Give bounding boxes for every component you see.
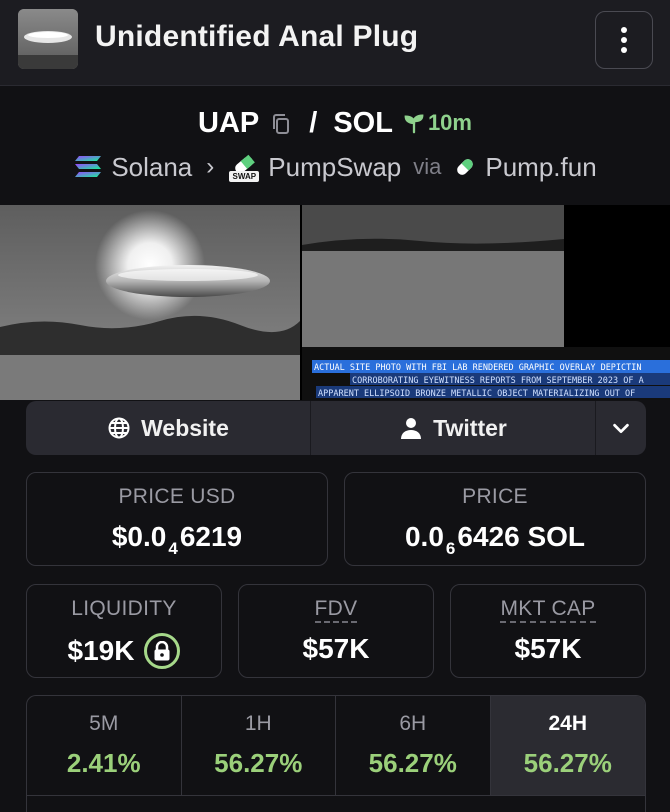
age-value: 10m xyxy=(427,110,472,135)
tab-change-value: 2.41% xyxy=(66,748,141,778)
pumpswap-icon: SWAP xyxy=(228,151,260,183)
chain-link[interactable]: Solana xyxy=(111,152,192,183)
kebab-icon-dot xyxy=(621,37,627,43)
price-usd-card: PRICE USD $0.0 46219 xyxy=(26,472,328,566)
chevron-down-icon xyxy=(613,423,629,434)
fdv-value: $57K xyxy=(302,633,370,664)
launchpad-link[interactable]: Pump.fun xyxy=(485,152,596,183)
sprout-icon xyxy=(404,114,424,134)
tab-6h[interactable]: 6H 56.27% xyxy=(336,696,491,796)
user-icon xyxy=(401,418,422,439)
price-native-card: PRICE 0.0 66426 SOL xyxy=(344,472,646,566)
chevron-right-icon: › xyxy=(206,153,215,180)
copy-icon[interactable] xyxy=(269,111,293,135)
website-button[interactable]: Website xyxy=(26,401,311,455)
price-native-label: PRICE xyxy=(462,485,528,508)
price-usd-prefix: $0.0 xyxy=(111,521,167,552)
tab-label: 5M xyxy=(89,712,119,735)
token-name: Unidentified Anal Plug xyxy=(95,20,419,53)
market-cap-label-wrap: MKT CAP xyxy=(451,597,645,623)
tab-label: 24H xyxy=(548,712,588,735)
price-native-digits: 6426 SOL xyxy=(457,521,586,552)
tab-label: 6H xyxy=(399,712,427,735)
market-cap-value: $57K xyxy=(514,633,582,664)
liquidity-label: LIQUIDITY xyxy=(71,597,177,620)
more-options-button[interactable] xyxy=(595,11,653,69)
banner-overlay-line-1: ACTUAL SITE PHOTO WITH FBI LAB RENDERED … xyxy=(314,363,642,373)
token-avatar xyxy=(18,9,78,69)
fdv-label[interactable]: FDV xyxy=(314,597,358,623)
tab-change-value: 56.27% xyxy=(368,748,457,778)
tab-change-value: 56.27% xyxy=(214,748,303,778)
price-usd-digits: 6219 xyxy=(179,521,243,552)
price-usd-label: PRICE USD xyxy=(118,485,236,508)
tab-label: 1H xyxy=(244,712,272,735)
pair-symbols: UAP / SOL 10m xyxy=(0,103,670,143)
quote-symbol: SOL xyxy=(333,106,393,139)
pair-info: UAP / SOL 10m Solana › SWAP PumpSwap via… xyxy=(0,87,670,205)
solana-icon xyxy=(75,156,102,177)
twitter-label: Twitter xyxy=(433,414,507,441)
fdv-label-wrap: FDV xyxy=(239,597,433,623)
liquidity-card: LIQUIDITY $19K xyxy=(26,584,222,678)
lock-icon[interactable] xyxy=(144,633,181,669)
price-usd-value: $0.0 46219 xyxy=(27,521,327,558)
social-links: Website Twitter xyxy=(26,401,646,455)
liquidity-row: $19K xyxy=(27,633,221,669)
dex-link[interactable]: PumpSwap xyxy=(268,152,401,183)
website-label: Website xyxy=(141,414,229,441)
price-change-tabs: 5M 2.41% 1H 56.27% 6H 56.27% 24H 56.27% xyxy=(26,695,646,812)
token-banner: ACTUAL SITE PHOTO WITH FBI LAB RENDERED … xyxy=(0,205,670,400)
tab-1h[interactable]: 1H 56.27% xyxy=(181,696,336,796)
fdv-card: FDV $57K xyxy=(238,584,434,678)
tab-change-value: 56.27% xyxy=(523,748,612,778)
twitter-button[interactable]: Twitter xyxy=(311,401,596,455)
chain-breadcrumb: Solana › SWAP PumpSwap via Pump.fun xyxy=(0,149,670,185)
price-usd-zero-count: 4 xyxy=(168,539,178,558)
pumpfun-icon xyxy=(457,159,474,175)
price-native-prefix: 0.0 xyxy=(404,521,444,552)
kebab-icon xyxy=(621,27,627,33)
tab-5m[interactable]: 5M 2.41% xyxy=(27,696,182,796)
market-cap-label[interactable]: MKT CAP xyxy=(500,597,596,623)
pair-separator: / xyxy=(309,106,318,139)
token-header: Unidentified Anal Plug xyxy=(0,0,670,86)
banner-overlay-line-2: CORROBORATING EYEWITNESS REPORTS FROM SE… xyxy=(352,376,644,386)
more-links-button[interactable] xyxy=(596,401,646,455)
via-label: via xyxy=(413,154,442,179)
pair-age: 10m xyxy=(403,110,472,136)
liquidity-value: $19K xyxy=(67,635,135,666)
price-native-value: 0.0 66426 SOL xyxy=(345,521,645,558)
price-native-zero-count: 6 xyxy=(445,539,456,558)
swap-badge: SWAP xyxy=(232,172,257,181)
banner-overlay-line-3: APPARENT ELLIPSOID BRONZE METALLIC OBJEC… xyxy=(318,389,635,399)
kebab-icon-dot xyxy=(621,47,627,53)
market-cap-card: MKT CAP $57K xyxy=(450,584,646,678)
base-symbol: UAP xyxy=(198,106,260,139)
tab-24h[interactable]: 24H 56.27% xyxy=(490,696,645,796)
globe-icon xyxy=(108,417,130,439)
